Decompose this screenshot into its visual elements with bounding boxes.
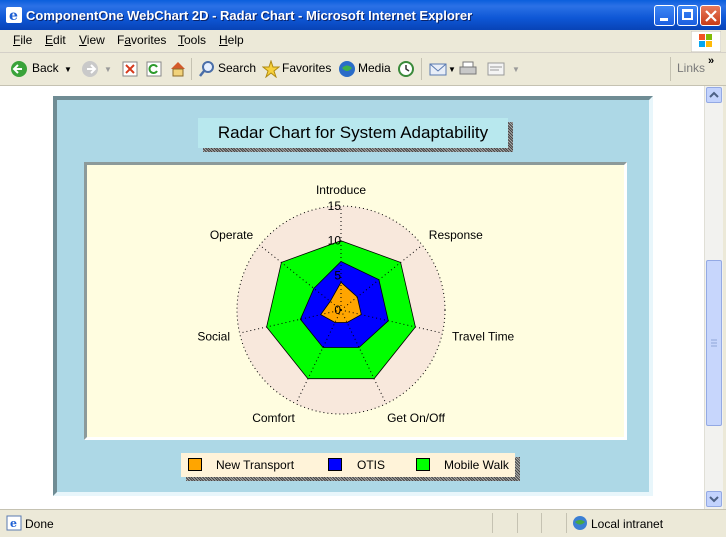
search-button[interactable]: Search <box>218 61 256 75</box>
home-icon[interactable] <box>169 60 187 78</box>
edit-page-icon[interactable] <box>487 60 505 78</box>
mail-icon[interactable] <box>429 60 447 78</box>
favorites-button[interactable]: Favorites <box>282 61 331 75</box>
vertical-scrollbar[interactable] <box>704 86 723 509</box>
radar-axis-label: Social <box>197 330 230 344</box>
mail-dropdown-icon[interactable]: ▼ <box>448 65 456 74</box>
radar-axis-label: Response <box>429 228 483 242</box>
back-arrow-icon[interactable] <box>10 60 28 78</box>
legend-swatch-new-transport <box>188 458 202 471</box>
page-done-icon: e <box>6 515 22 531</box>
grip-icon <box>711 339 717 347</box>
menu-tools[interactable]: Tools <box>178 33 206 47</box>
scroll-up-button[interactable] <box>706 87 722 103</box>
status-bar: e Done Local intranet <box>0 509 726 537</box>
windows-logo-icon <box>691 31 721 52</box>
menu-view[interactable]: View <box>79 33 105 47</box>
minimize-button[interactable] <box>654 5 675 26</box>
radar-tick-label: 15 <box>328 199 342 213</box>
toolbar: Back ▼ ▼ Search Favorites Media ▼ ▼ Link… <box>0 53 726 86</box>
status-zone: Local intranet <box>591 517 664 531</box>
toolbar-chevron-icon[interactable]: » <box>708 55 714 67</box>
status-text: Done <box>25 517 54 531</box>
intranet-globe-icon <box>573 516 587 530</box>
favorites-star-icon[interactable] <box>262 60 280 78</box>
radar-axis-label: Get On/Off <box>387 411 445 425</box>
menu-help[interactable]: Help <box>219 33 244 47</box>
close-button[interactable] <box>700 5 721 26</box>
close-icon <box>705 10 717 22</box>
radar-axis-label: Operate <box>210 228 254 242</box>
status-divider <box>566 513 567 533</box>
refresh-icon[interactable] <box>145 60 163 78</box>
scroll-down-button[interactable] <box>706 491 722 507</box>
back-button[interactable]: Back <box>32 61 59 75</box>
forward-arrow-icon[interactable] <box>81 60 99 78</box>
radar-axis-label: Introduce <box>316 183 366 197</box>
chevron-down-icon <box>709 496 719 503</box>
menu-edit[interactable]: Edit <box>45 33 66 47</box>
svg-text:e: e <box>10 517 17 530</box>
radar-axis-label: Comfort <box>252 411 295 425</box>
window-title: ComponentOne WebChart 2D - Radar Chart -… <box>26 8 473 23</box>
print-icon[interactable] <box>459 60 477 78</box>
page-viewport: Radar Chart for System Adaptability 0 5 10… <box>0 86 704 509</box>
legend: New Transport OTIS Mobile Walk <box>181 453 515 477</box>
status-divider <box>541 513 542 533</box>
window-title-bar[interactable]: e ComponentOne WebChart 2D - Radar Chart… <box>0 0 726 30</box>
stop-icon[interactable] <box>121 60 139 78</box>
radar-axis-label: Travel Time <box>452 330 515 344</box>
status-divider <box>492 513 493 533</box>
menu-file[interactable]: File <box>13 33 32 47</box>
media-icon[interactable] <box>338 60 356 78</box>
forward-dropdown-icon[interactable]: ▼ <box>104 65 112 74</box>
links-button[interactable]: Links <box>677 61 705 75</box>
radar-tick-label: 0 <box>334 303 341 317</box>
radar-tick-label: 10 <box>328 234 342 248</box>
search-icon[interactable] <box>198 60 216 78</box>
legend-label-mobile-walk: Mobile Walk <box>444 458 509 472</box>
legend-swatch-mobile-walk <box>416 458 430 471</box>
legend-swatch-otis <box>328 458 342 471</box>
radar-tick-label: 5 <box>334 268 341 282</box>
scroll-thumb[interactable] <box>706 260 722 426</box>
back-dropdown-icon[interactable]: ▼ <box>64 65 72 74</box>
legend-label-new-transport: New Transport <box>216 458 295 472</box>
maximize-button[interactable] <box>677 5 698 26</box>
status-divider <box>517 513 518 533</box>
legend-label-otis: OTIS <box>357 458 386 472</box>
svg-text:e: e <box>9 8 18 23</box>
menu-favorites[interactable]: Favorites <box>117 33 166 47</box>
edit-dropdown-icon[interactable]: ▼ <box>512 65 520 74</box>
chevron-up-icon <box>709 91 719 98</box>
history-icon[interactable] <box>397 60 415 78</box>
radar-chart: 0 5 10 15 Introduce Response Travel Time Get On… <box>197 183 515 425</box>
menu-bar: File Edit View Favorites Tools Help <box>0 30 726 53</box>
media-button[interactable]: Media <box>358 61 391 75</box>
ie-logo-icon: e <box>6 7 22 23</box>
